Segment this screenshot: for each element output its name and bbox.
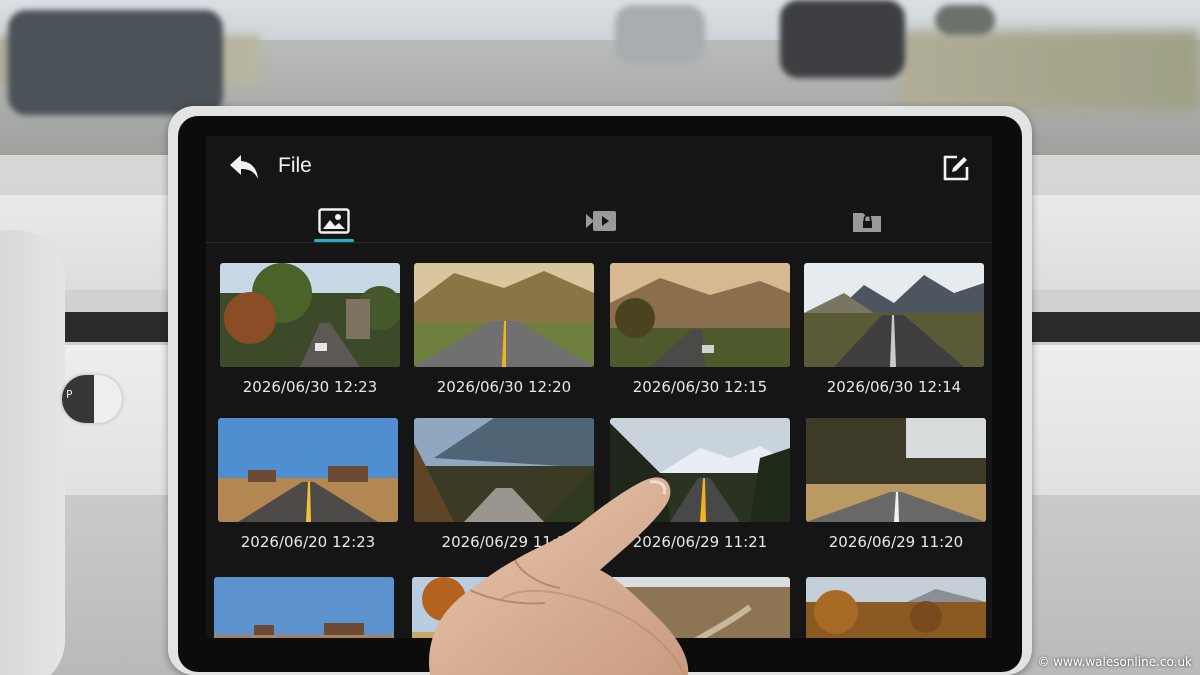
video-thumbnail xyxy=(610,263,790,367)
file-browser-screen: File 2026/06/30 12:23 2026/06/30 12:20 2… xyxy=(206,136,992,638)
tab-photos[interactable] xyxy=(274,202,394,242)
file-timestamp: 2026/06/30 12:14 xyxy=(826,378,962,396)
file-timestamp: 2026/06/30 12:23 xyxy=(242,378,378,396)
file-timestamp: 2026/06/20 12:23 xyxy=(240,533,376,551)
file-item[interactable] xyxy=(412,577,592,638)
video-thumbnail xyxy=(220,263,400,367)
gear-stalk-label: P xyxy=(66,388,73,401)
file-item[interactable] xyxy=(610,577,790,638)
file-item[interactable]: 2026/06/20 12:23 xyxy=(218,418,398,551)
video-thumbnail xyxy=(414,263,594,367)
video-thumbnail xyxy=(412,577,592,638)
header-bar: File xyxy=(206,136,992,196)
file-item[interactable]: 2026/06/29 11:2 xyxy=(414,418,594,551)
blurred-car xyxy=(935,5,995,35)
file-timestamp: 2026/06/29 11:20 xyxy=(828,533,964,551)
steering-wheel xyxy=(0,230,65,675)
file-item[interactable]: 2026/06/30 12:23 xyxy=(220,263,400,396)
tab-locked[interactable] xyxy=(807,202,927,242)
video-icon xyxy=(586,211,616,231)
roadside-right xyxy=(900,30,1200,110)
file-timestamp: 2026/06/30 12:15 xyxy=(632,378,768,396)
video-thumbnail xyxy=(610,577,790,638)
video-thumbnail xyxy=(414,418,594,522)
tab-videos[interactable] xyxy=(540,202,660,242)
file-item[interactable]: 2026/06/30 12:15 xyxy=(610,263,790,396)
file-timestamp: 2026/06/29 11:21 xyxy=(632,533,768,551)
back-arrow-icon[interactable] xyxy=(228,152,262,182)
file-item[interactable]: 2026/06/30 12:14 xyxy=(804,263,984,396)
blurred-car xyxy=(8,10,223,115)
video-thumbnail xyxy=(806,577,986,638)
blurred-car xyxy=(780,0,905,78)
file-item[interactable]: 2026/06/29 11:21 xyxy=(610,418,790,551)
blurred-car xyxy=(615,5,705,65)
file-grid: 2026/06/30 12:23 2026/06/30 12:20 2026/0… xyxy=(206,263,992,638)
file-item[interactable] xyxy=(806,577,986,638)
video-thumbnail xyxy=(804,263,984,367)
video-thumbnail xyxy=(806,418,986,522)
file-timestamp: 2026/06/30 12:20 xyxy=(436,378,572,396)
file-item[interactable]: 2026/06/30 12:20 xyxy=(414,263,594,396)
video-thumbnail xyxy=(218,418,398,522)
photo-icon xyxy=(318,208,350,234)
active-tab-indicator xyxy=(314,239,354,242)
file-item[interactable]: 2026/06/29 11:20 xyxy=(806,418,986,551)
file-timestamp: 2026/06/29 11:2 xyxy=(441,533,567,551)
media-tabs xyxy=(206,202,992,243)
locked-folder-icon xyxy=(853,213,881,232)
video-thumbnail xyxy=(214,577,394,638)
watermark: © www.walesonline.co.uk xyxy=(1037,655,1192,669)
edit-icon[interactable] xyxy=(942,154,970,182)
video-thumbnail xyxy=(610,418,790,522)
page-title: File xyxy=(278,154,312,177)
file-item[interactable] xyxy=(214,577,394,638)
